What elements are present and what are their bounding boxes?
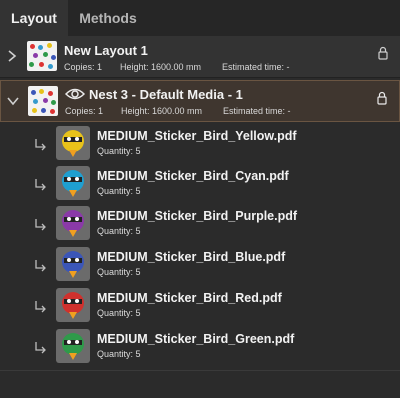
child-arrow-icon <box>35 260 46 272</box>
file-quantity: Quantity: 5 <box>97 267 141 277</box>
child-arrow-icon <box>35 342 46 354</box>
sticker-thumbnail <box>56 126 90 160</box>
child-arrow-icon <box>35 301 46 313</box>
file-name: MEDIUM_Sticker_Bird_Yellow.pdf <box>97 129 297 143</box>
sticker-thumbnail <box>56 166 90 200</box>
layout-height: Height: 1600.00 mm <box>120 62 202 72</box>
list-item[interactable]: MEDIUM_Sticker_Bird_Green.pdf Quantity: … <box>0 327 400 367</box>
layout-title: Nest 3 - Default Media - 1 <box>89 87 243 102</box>
list-item[interactable]: MEDIUM_Sticker_Bird_Blue.pdf Quantity: 5 <box>0 245 400 285</box>
sticker-thumbnail <box>56 288 90 322</box>
eye-icon[interactable] <box>65 87 85 101</box>
file-name: MEDIUM_Sticker_Bird_Green.pdf <box>97 332 295 346</box>
layout-thumbnail <box>27 41 57 71</box>
layout-copies: Copies: 1 <box>65 106 104 116</box>
file-quantity: Quantity: 5 <box>97 146 141 156</box>
child-arrow-icon <box>35 139 46 151</box>
file-quantity: Quantity: 5 <box>97 186 141 196</box>
tab-bar: Layout Methods <box>0 0 400 37</box>
file-quantity: Quantity: 5 <box>97 308 141 318</box>
lock-icon[interactable] <box>377 91 387 105</box>
sticker-thumbnail <box>56 329 90 363</box>
file-quantity: Quantity: 5 <box>97 226 141 236</box>
layout-estimated-time: Estimated time: - <box>222 62 290 72</box>
list-item[interactable]: MEDIUM_Sticker_Bird_Purple.pdf Quantity:… <box>0 204 400 244</box>
layout-estimated-time: Estimated time: - <box>223 106 291 116</box>
layout-row-nest-3[interactable]: Nest 3 - Default Media - 1 Copies: 1 Hei… <box>0 80 400 122</box>
child-arrow-icon <box>35 219 46 231</box>
sticker-thumbnail <box>56 206 90 240</box>
sticker-thumbnail <box>56 247 90 281</box>
lock-icon[interactable] <box>378 46 388 60</box>
file-name: MEDIUM_Sticker_Bird_Cyan.pdf <box>97 169 289 183</box>
tab-layout[interactable]: Layout <box>0 0 68 36</box>
list-item[interactable]: MEDIUM_Sticker_Bird_Red.pdf Quantity: 5 <box>0 286 400 326</box>
list-item[interactable]: MEDIUM_Sticker_Bird_Yellow.pdf Quantity:… <box>0 124 400 164</box>
file-quantity: Quantity: 5 <box>97 349 141 359</box>
layout-row-new-layout-1[interactable]: New Layout 1 Copies: 1 Height: 1600.00 m… <box>0 37 400 78</box>
file-name: MEDIUM_Sticker_Bird_Purple.pdf <box>97 209 298 223</box>
layout-thumbnail <box>28 86 58 116</box>
chevron-down-icon[interactable] <box>6 94 20 108</box>
tab-methods[interactable]: Methods <box>68 0 148 36</box>
layout-title: New Layout 1 <box>64 43 148 58</box>
file-name: MEDIUM_Sticker_Bird_Red.pdf <box>97 291 282 305</box>
panel-footer <box>0 370 400 398</box>
layout-height: Height: 1600.00 mm <box>121 106 203 116</box>
file-name: MEDIUM_Sticker_Bird_Blue.pdf <box>97 250 286 264</box>
child-arrow-icon <box>35 179 46 191</box>
list-item[interactable]: MEDIUM_Sticker_Bird_Cyan.pdf Quantity: 5 <box>0 164 400 204</box>
layout-copies: Copies: 1 <box>64 62 103 72</box>
chevron-right-icon[interactable] <box>5 49 19 63</box>
